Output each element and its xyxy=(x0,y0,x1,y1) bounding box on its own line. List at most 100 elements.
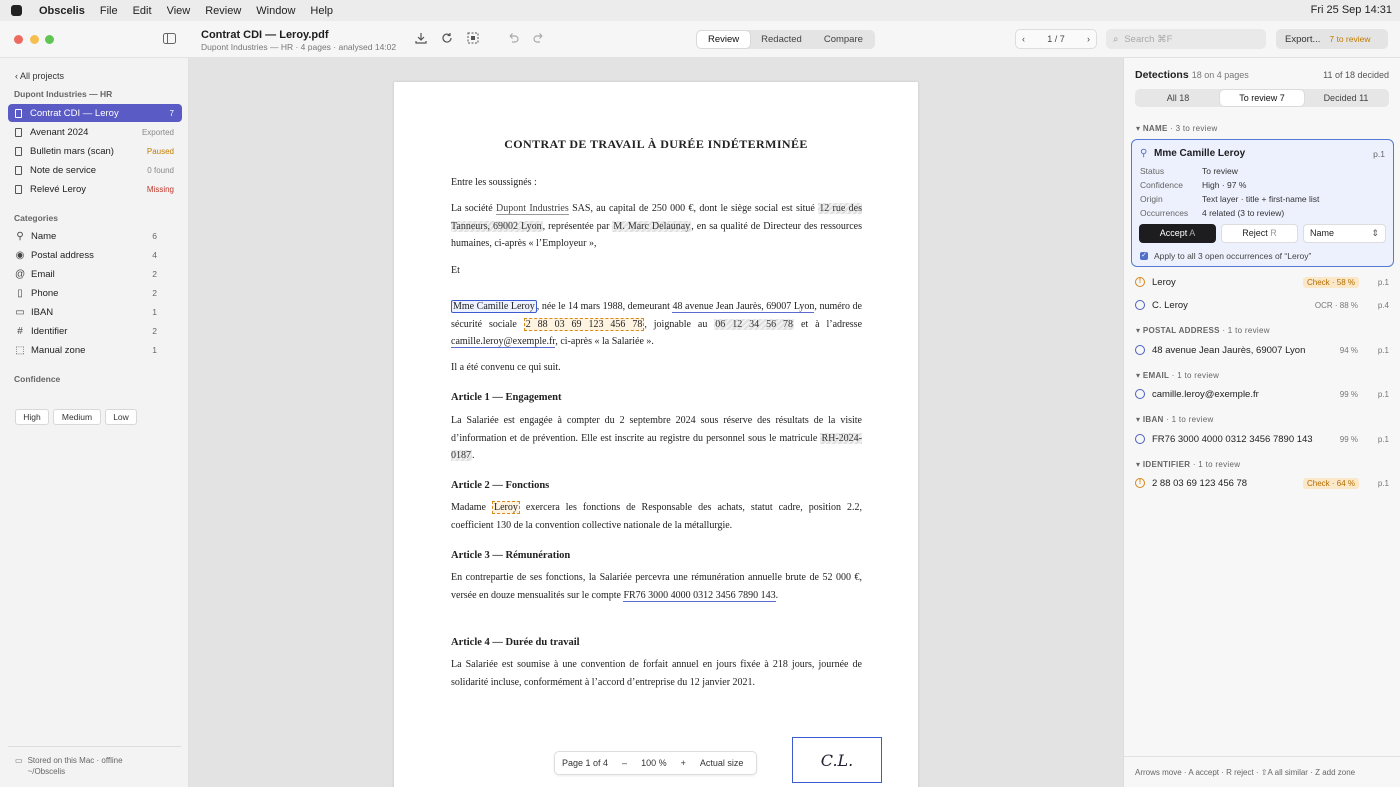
sidebar-toggle-icon[interactable] xyxy=(163,33,176,46)
category-postal-address[interactable]: ◉ Postal address 4 xyxy=(15,247,175,263)
chevron-left-icon[interactable]: ‹ xyxy=(1022,34,1025,44)
menu-help[interactable]: Help xyxy=(310,5,333,17)
zoom-level: 100 % xyxy=(641,758,667,768)
section-email-header[interactable]: ▾ EMAIL · 1 to review xyxy=(1136,371,1219,380)
category-count: 2 xyxy=(152,269,157,279)
detection-employee-name-selected[interactable]: Mme Camille Leroy xyxy=(451,300,537,313)
close-window-button[interactable] xyxy=(14,35,23,44)
project-status: 7 xyxy=(169,108,174,118)
detection-item-identifier[interactable]: ! 2 88 03 69 123 456 78 Check · 64 % p.1 xyxy=(1135,475,1389,491)
category-email[interactable]: @ Email 2 xyxy=(15,266,175,282)
category-count: 2 xyxy=(152,326,157,336)
project-item-avenant[interactable]: Avenant 2024 Exported xyxy=(8,123,182,141)
detection-representative-name[interactable]: M. Marc Delaunay xyxy=(612,220,692,232)
project-item-bulletin[interactable]: Bulletin mars (scan) Paused xyxy=(8,142,182,160)
text: et à l’adresse xyxy=(794,318,863,330)
download-icon[interactable] xyxy=(415,32,427,46)
detection-email[interactable]: camille.leroy@exemple.fr xyxy=(451,336,556,348)
manual-zone-signature[interactable]: C.L. xyxy=(792,737,882,783)
search-input[interactable]: ⌕ Search ⌘F xyxy=(1106,29,1266,49)
apple-icon[interactable] xyxy=(11,5,22,16)
detection-surname-check[interactable]: Leroy xyxy=(492,501,520,514)
menu-review[interactable]: Review xyxy=(205,5,241,17)
category-manual-zone[interactable]: ⬚ Manual zone 1 xyxy=(15,342,175,358)
category-label: Email xyxy=(31,268,55,280)
reject-button[interactable]: Reject R xyxy=(1221,224,1298,243)
project-item-contrat-cdi[interactable]: Contrat CDI — Leroy 7 xyxy=(8,104,182,122)
text: . xyxy=(775,589,779,601)
menu-file[interactable]: File xyxy=(100,5,118,17)
article-3-heading: Article 3 — Rémunération xyxy=(451,550,571,561)
detection-social-security-number[interactable]: 2 88 03 69 123 456 78 xyxy=(523,317,645,331)
menu-edit[interactable]: Edit xyxy=(133,5,152,17)
confidence-medium-button[interactable]: Medium xyxy=(53,409,101,425)
project-item-note[interactable]: Note de service 0 found xyxy=(8,161,182,179)
category-select[interactable]: Name ⇕ xyxy=(1303,224,1386,243)
refresh-icon[interactable] xyxy=(441,32,453,46)
detection-phone[interactable]: 06 12 34 56 78 xyxy=(714,318,795,330)
document-title-block: Contrat CDI — Leroy.pdf Dupont Industrie… xyxy=(201,29,396,52)
category-iban[interactable]: ▭ IBAN 1 xyxy=(15,304,175,320)
section-identifier-header[interactable]: ▾ IDENTIFIER · 1 to review xyxy=(1136,460,1240,469)
section-iban-header[interactable]: ▾ IBAN · 1 to review xyxy=(1136,415,1214,424)
mode-review-tab[interactable]: Review xyxy=(697,31,751,48)
section-name-header[interactable]: ▾ NAME · 3 to review xyxy=(1136,124,1218,133)
shortcut-key: R xyxy=(1270,228,1277,238)
detection-employee-address[interactable]: 48 avenue Jean Jaurès, 69007 Lyon xyxy=(672,301,815,313)
field-value: High · 97 % xyxy=(1202,180,1247,190)
project-item-releve[interactable]: Relevé Leroy Missing xyxy=(8,180,182,198)
tab-to-review[interactable]: To review 7 xyxy=(1220,90,1304,106)
zoom-out-button[interactable]: – xyxy=(615,758,634,768)
actual-size-button[interactable]: Actual size xyxy=(693,758,751,768)
detection-iban[interactable]: FR76 3000 4000 0312 3456 7890 143 xyxy=(623,589,776,602)
detection-item-email[interactable]: camille.leroy@exemple.fr 99 % p.1 xyxy=(1135,386,1389,402)
item-text: FR76 3000 4000 0312 3456 7890 143 xyxy=(1152,433,1313,445)
paragraph-employee: Mme Camille Leroy, née le 14 mars 1988, … xyxy=(451,298,862,351)
chevron-right-icon[interactable]: › xyxy=(1087,34,1090,44)
field-label: Confidence xyxy=(1140,180,1184,190)
item-page: p.1 xyxy=(1377,478,1389,488)
signature-image: C.L. xyxy=(820,750,854,770)
tab-all[interactable]: All 18 xyxy=(1136,90,1220,106)
minimize-window-button[interactable] xyxy=(30,35,39,44)
back-to-projects-link[interactable]: ‹ All projects xyxy=(15,71,64,81)
redo-icon[interactable] xyxy=(533,32,545,46)
tab-decided[interactable]: Decided 11 xyxy=(1304,90,1388,106)
dashed-square-icon: ⬚ xyxy=(15,344,25,356)
article-2-body: Madame Leroy exercera les fonctions de R… xyxy=(451,499,862,534)
undo-icon[interactable] xyxy=(507,32,519,46)
monitor-icon: ▭ xyxy=(15,756,23,765)
confidence-high-button[interactable]: High xyxy=(15,409,49,425)
detection-item-c-leroy[interactable]: C. Leroy OCR · 88 % p.4 xyxy=(1135,297,1389,313)
menu-view[interactable]: View xyxy=(167,5,191,17)
category-name[interactable]: ⚲ Name 6 xyxy=(15,228,175,244)
detection-item-address[interactable]: 48 avenue Jean Jaurès, 69007 Lyon 94 % p.1 xyxy=(1135,342,1389,358)
checkbox-label: Apply to all 3 open occurrences of “Lero… xyxy=(1154,251,1312,261)
apply-all-checkbox[interactable]: ✓ Apply to all 3 open occurrences of “Ler… xyxy=(1140,251,1311,261)
accept-button[interactable]: Accept A xyxy=(1139,224,1216,243)
paragraph-parties-intro: Entre les soussignés : xyxy=(451,177,537,188)
section-postal-address-header[interactable]: ▾ POSTAL ADDRESS · 1 to review xyxy=(1136,326,1270,335)
category-phone[interactable]: ▯ Phone 2 xyxy=(15,285,175,301)
select-zone-icon[interactable] xyxy=(467,32,479,46)
mode-compare-tab[interactable]: Compare xyxy=(813,31,874,48)
menu-bar: Obscelis File Edit View Review Window He… xyxy=(0,0,1400,21)
confidence-low-button[interactable]: Low xyxy=(105,409,137,425)
zoom-in-button[interactable]: + xyxy=(674,758,693,768)
contract-title: CONTRAT DE TRAVAIL À DURÉE INDÉTERMINÉE xyxy=(504,137,808,151)
menu-app[interactable]: Obscelis xyxy=(39,5,85,17)
export-button[interactable]: Export... 7 to review xyxy=(1276,29,1388,49)
project-status: Exported xyxy=(141,127,174,137)
person-icon: ⚲ xyxy=(16,230,24,242)
mode-redacted-tab[interactable]: Redacted xyxy=(750,31,813,48)
button-label: Reject xyxy=(1242,228,1268,238)
detection-company[interactable]: Dupont Industries xyxy=(495,203,569,215)
zoom-window-button[interactable] xyxy=(45,35,54,44)
item-confidence: 94 % xyxy=(1339,345,1358,355)
detection-item-leroy[interactable]: ! Leroy Check · 58 % p.1 xyxy=(1135,274,1389,290)
detection-item-iban[interactable]: FR76 3000 4000 0312 3456 7890 143 99 % p.1 xyxy=(1135,431,1389,447)
category-identifier[interactable]: # Identifier 2 xyxy=(15,323,175,339)
item-page: p.1 xyxy=(1377,389,1389,399)
menu-window[interactable]: Window xyxy=(256,5,295,17)
section-count: · 1 to review xyxy=(1169,371,1220,380)
